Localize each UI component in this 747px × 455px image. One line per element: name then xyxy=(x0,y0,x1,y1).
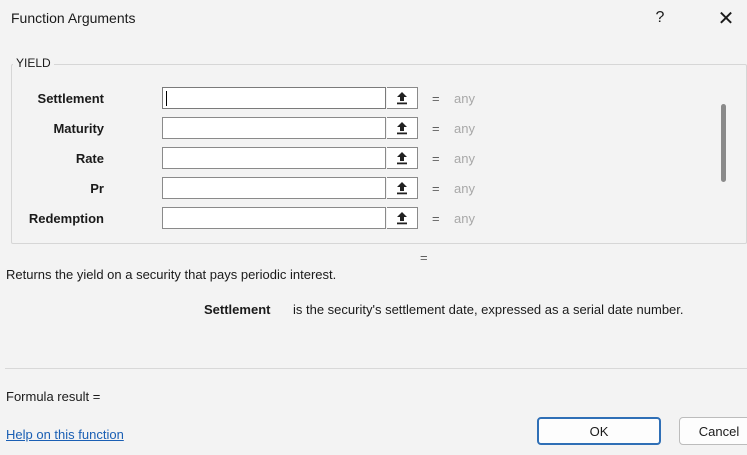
argument-row-maturity: Maturity = any xyxy=(12,117,712,141)
argument-row-settlement: Settlement = any xyxy=(12,87,712,111)
cancel-button[interactable]: Cancel xyxy=(679,417,747,445)
ok-button[interactable]: OK xyxy=(537,417,661,445)
upload-arrow-icon xyxy=(397,212,407,225)
argument-help-text: is the security's settlement date, expre… xyxy=(293,302,684,317)
arguments-group: Settlement = any Maturity = any Rate = a… xyxy=(11,64,747,244)
collapse-dialog-button[interactable] xyxy=(387,207,418,229)
collapse-dialog-button[interactable] xyxy=(387,117,418,139)
argument-label: Redemption xyxy=(28,211,104,226)
argument-result: any xyxy=(454,121,475,136)
rate-input[interactable] xyxy=(162,147,386,169)
argument-equals: = xyxy=(432,91,440,106)
function-result-equals: = xyxy=(420,250,428,265)
argument-label: Maturity xyxy=(53,121,104,136)
argument-label: Rate xyxy=(75,151,104,166)
settlement-input[interactable] xyxy=(162,87,386,109)
upload-arrow-icon xyxy=(397,182,407,195)
argument-label: Settlement xyxy=(37,91,104,106)
upload-arrow-icon xyxy=(397,122,407,135)
function-description: Returns the yield on a security that pay… xyxy=(6,267,337,282)
argument-result: any xyxy=(454,91,475,106)
argument-equals: = xyxy=(432,121,440,136)
dialog-title: Function Arguments xyxy=(11,10,136,26)
upload-arrow-icon xyxy=(397,92,407,105)
argument-result: any xyxy=(454,211,475,226)
upload-arrow-icon xyxy=(397,152,407,165)
argument-result: any xyxy=(454,181,475,196)
help-button[interactable]: ? xyxy=(650,9,670,27)
argument-equals: = xyxy=(432,211,440,226)
collapse-dialog-button[interactable] xyxy=(387,147,418,169)
collapse-dialog-button[interactable] xyxy=(387,177,418,199)
scrollbar-thumb[interactable] xyxy=(721,104,726,182)
argument-row-redemption: Redemption = any xyxy=(12,207,712,231)
pr-input[interactable] xyxy=(162,177,386,199)
collapse-dialog-button[interactable] xyxy=(387,87,418,109)
maturity-input[interactable] xyxy=(162,117,386,139)
argument-row-pr: Pr = any xyxy=(12,177,712,201)
argument-equals: = xyxy=(432,151,440,166)
argument-row-rate: Rate = any xyxy=(12,147,712,171)
redemption-input[interactable] xyxy=(162,207,386,229)
argument-result: any xyxy=(454,151,475,166)
divider xyxy=(5,368,747,369)
dialog-titlebar: Function Arguments ? ✕ xyxy=(0,0,747,40)
text-caret xyxy=(166,91,167,106)
argument-label: Pr xyxy=(90,181,104,196)
close-button[interactable]: ✕ xyxy=(714,6,738,30)
help-on-function-link[interactable]: Help on this function xyxy=(6,427,124,442)
argument-equals: = xyxy=(432,181,440,196)
formula-result: Formula result = xyxy=(6,389,101,404)
argument-help-name: Settlement xyxy=(204,302,271,317)
function-name-label: YIELD xyxy=(13,56,54,70)
